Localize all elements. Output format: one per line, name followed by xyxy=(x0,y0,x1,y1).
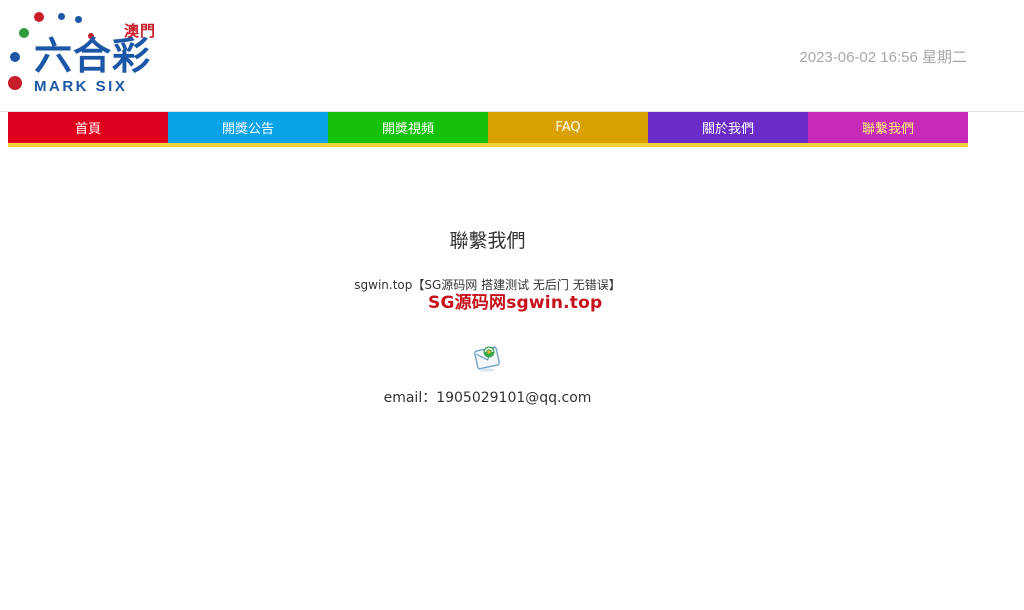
logo[interactable]: 澳門 六合彩 MARK SIX xyxy=(4,8,164,100)
nav-item-about-us[interactable]: 關於我們 xyxy=(648,112,808,143)
logo-dot xyxy=(58,13,65,20)
header: 澳門 六合彩 MARK SIX 2023-06-02 16:56 星期二 xyxy=(0,0,1024,112)
contact-email[interactable]: email：1905029101@qq.com xyxy=(0,387,975,407)
watermark-text: SG源码网sgwin.top xyxy=(428,293,603,313)
nav-item-draw-announcement[interactable]: 開獎公告 xyxy=(168,112,328,143)
nav-item-contact-us[interactable]: 聯繫我們 xyxy=(808,112,968,143)
logo-title: 六合彩 xyxy=(34,33,152,78)
page-title: 聯繫我們 xyxy=(449,230,526,252)
datetime: 2023-06-02 16:56 星期二 xyxy=(799,49,967,66)
logo-dot xyxy=(8,76,22,90)
logo-dot xyxy=(75,16,82,23)
nav-item-faq[interactable]: FAQ xyxy=(488,112,648,143)
logo-dot xyxy=(10,52,20,62)
main-nav: 首頁 開獎公告 開獎視頻 FAQ 關於我們 聯繫我們 xyxy=(8,112,968,147)
logo-subtitle: MARK SIX xyxy=(34,78,128,95)
envelope-icon xyxy=(473,343,503,373)
nav-item-draw-video[interactable]: 開獎視頻 xyxy=(328,112,488,143)
nav-item-home[interactable]: 首頁 xyxy=(8,112,168,143)
logo-dot xyxy=(34,12,44,22)
logo-dot xyxy=(19,28,29,38)
